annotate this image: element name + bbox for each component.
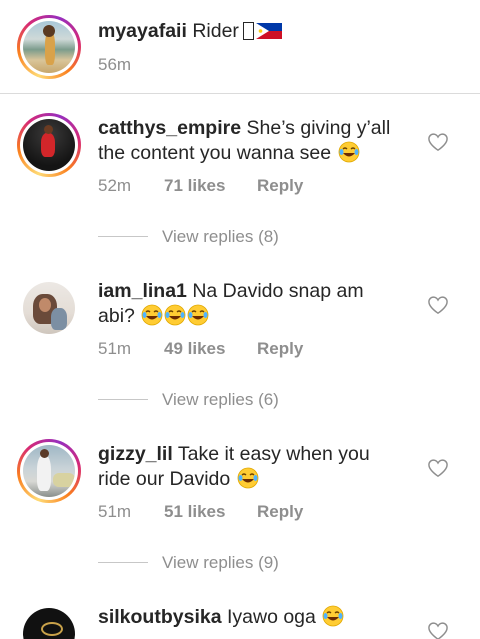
- comment-text-line1: gizzy_lil Take it easy when you: [98, 443, 370, 465]
- face-with-tears-of-joy-icon: [322, 605, 344, 627]
- reply-button[interactable]: Reply: [257, 176, 303, 196]
- comment-avatar[interactable]: [17, 113, 81, 177]
- heart-icon[interactable]: [427, 132, 449, 152]
- view-replies-line: [98, 399, 148, 400]
- post-caption: myayafaii Rider 56m: [0, 0, 480, 94]
- view-replies-button[interactable]: View replies (6): [162, 390, 279, 410]
- caption-divider: [0, 93, 480, 94]
- comment-text-line1: silkoutbysika Iyawo oga: [98, 605, 344, 630]
- comment-username[interactable]: gizzy_lil: [98, 443, 173, 465]
- comment-avatar[interactable]: [17, 439, 81, 503]
- caption-body: Rider: [192, 20, 239, 42]
- face-with-tears-of-joy-icon: [164, 304, 186, 326]
- comment-username[interactable]: catthys_empire: [98, 117, 241, 139]
- caption-text: myayafaii Rider: [98, 19, 282, 44]
- reply-button[interactable]: Reply: [257, 339, 303, 359]
- caption-avatar[interactable]: [17, 15, 81, 79]
- face-with-tears-of-joy-icon: [141, 304, 163, 326]
- comment-likes[interactable]: 49 likes: [164, 339, 225, 359]
- philippines-flag-icon: [255, 23, 282, 39]
- face-with-tears-of-joy-icon: [237, 467, 259, 489]
- comment-time: 51m: [98, 339, 132, 358]
- comment-text-line1: iam_lina1 Na Davido snap am: [98, 280, 364, 302]
- comment-likes[interactable]: 71 likes: [164, 176, 225, 196]
- face-with-tears-of-joy-icon: [338, 141, 359, 163]
- view-replies-button[interactable]: View replies (9): [162, 553, 279, 573]
- face-with-tears-of-joy-icon: [187, 304, 209, 326]
- view-replies-button[interactable]: View replies (8): [162, 227, 279, 247]
- view-replies-line: [98, 236, 148, 237]
- heart-icon[interactable]: [427, 295, 449, 315]
- reply-button[interactable]: Reply: [257, 502, 303, 522]
- missing-glyph-icon: [242, 22, 254, 40]
- comment-text-line2: abi?: [98, 304, 209, 329]
- heart-icon[interactable]: [427, 621, 449, 639]
- comment-text-line1: catthys_empire She’s giving y’all: [98, 117, 391, 139]
- view-replies-line: [98, 562, 148, 563]
- comment-time: 52m: [98, 176, 132, 195]
- comment-text-line2: ride our Davido: [98, 467, 259, 492]
- comment-avatar[interactable]: [17, 602, 81, 639]
- comment-time: 51m: [98, 502, 132, 521]
- comment-username[interactable]: silkoutbysika: [98, 606, 222, 628]
- comment-avatar[interactable]: [17, 276, 81, 340]
- comment-likes[interactable]: 51 likes: [164, 502, 225, 522]
- comment-text-line2: the content you wanna see: [98, 141, 360, 166]
- caption-username[interactable]: myayafaii: [98, 20, 187, 42]
- comment-username[interactable]: iam_lina1: [98, 280, 187, 302]
- heart-icon[interactable]: [427, 458, 449, 478]
- caption-time: 56m: [98, 55, 132, 74]
